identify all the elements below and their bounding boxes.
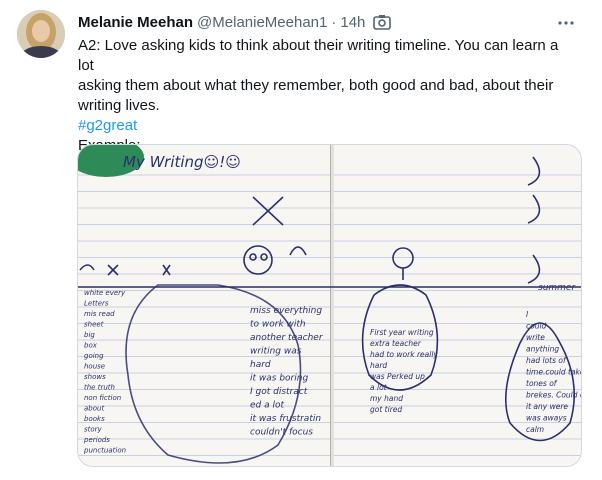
handwritten-note: could	[526, 322, 547, 331]
handwritten-note: house	[84, 363, 105, 371]
handwritten-note: a lot	[370, 383, 388, 392]
tweet-text-line: A2: Love asking kids to think about thei…	[78, 37, 559, 74]
tweet-body: A2: Love asking kids to think about thei…	[78, 36, 578, 156]
spine-shadow	[331, 145, 334, 466]
author-name[interactable]: Melanie Meehan	[78, 14, 193, 31]
handwritten-note: my hand	[370, 394, 403, 403]
handwritten-note: I got distract	[250, 387, 308, 397]
handwritten-note: white every	[84, 289, 126, 297]
handwritten-note: mis read	[84, 310, 115, 318]
handwritten-note: books	[84, 415, 105, 423]
more-icon[interactable]	[558, 16, 574, 28]
handwritten-note: couldn't focus	[250, 428, 313, 438]
tweet-text-line: asking them about what they remember, bo…	[78, 77, 554, 94]
handwritten-note: shows	[84, 373, 106, 381]
handwritten-note: it was frustratin	[250, 414, 321, 424]
handwritten-note: story	[84, 426, 103, 434]
notebook-title: My Writing☺!☺	[123, 153, 241, 171]
handwritten-note: miss everything	[250, 306, 322, 316]
hashtag-link[interactable]: #g2great	[78, 116, 578, 136]
summer-label: summer	[538, 283, 576, 293]
handwritten-note: it any were	[526, 402, 568, 411]
handwritten-note: big	[84, 331, 95, 339]
handwritten-note: had to work really	[370, 350, 438, 359]
handwritten-note: periods	[83, 436, 110, 444]
separator: ·	[331, 13, 337, 31]
handwritten-note: going	[84, 352, 104, 360]
handwritten-note: hard	[370, 361, 387, 370]
handwritten-note: punctuation	[83, 447, 126, 455]
handwritten-note: sheet	[84, 321, 104, 329]
handwritten-note: another teacher	[250, 333, 324, 343]
timestamp[interactable]: 14h	[340, 14, 365, 31]
handwritten-note: tones of	[526, 379, 558, 388]
handwritten-note: it was boring	[250, 374, 308, 384]
tweet-photo[interactable]: My Writing☺!☺ white every Letters mis read…	[77, 144, 582, 467]
handwritten-note: about	[84, 405, 104, 413]
handwritten-note: got tired	[370, 405, 402, 414]
handwritten-note: the truth	[84, 384, 115, 392]
handwritten-note: anything	[526, 345, 559, 354]
handwritten-note: First year writing	[370, 328, 434, 337]
notebook-drawing: My Writing☺!☺ white every Letters mis read…	[78, 145, 582, 466]
handwritten-note: write	[526, 333, 545, 342]
tweet-header: Melanie Meehan @MelanieMeehan1 · 14h	[78, 12, 592, 32]
handwritten-note: non fiction	[84, 394, 121, 402]
tweet-text-line: writing lives.	[78, 97, 160, 114]
handwritten-note: was Perked up	[370, 372, 425, 381]
handwritten-note: to work with	[250, 320, 306, 330]
handwritten-note: time.could take	[526, 368, 582, 377]
handwritten-note: calm	[526, 425, 544, 434]
handwritten-note: was aways	[526, 414, 567, 423]
author-handle[interactable]: @MelanieMeehan1	[197, 14, 327, 31]
handwritten-note: ed a lot	[250, 401, 284, 411]
handwritten-note: Letters	[84, 300, 109, 308]
handwritten-note: had lots of	[526, 356, 567, 365]
avatar[interactable]	[17, 10, 65, 58]
handwritten-note: writing was	[250, 347, 302, 357]
camera-icon	[373, 14, 392, 30]
handwritten-note: brekes. Could do	[526, 391, 582, 400]
handwritten-note: hard	[250, 360, 271, 370]
handwritten-note: box	[84, 342, 98, 350]
handwritten-note: extra teacher	[370, 339, 422, 348]
